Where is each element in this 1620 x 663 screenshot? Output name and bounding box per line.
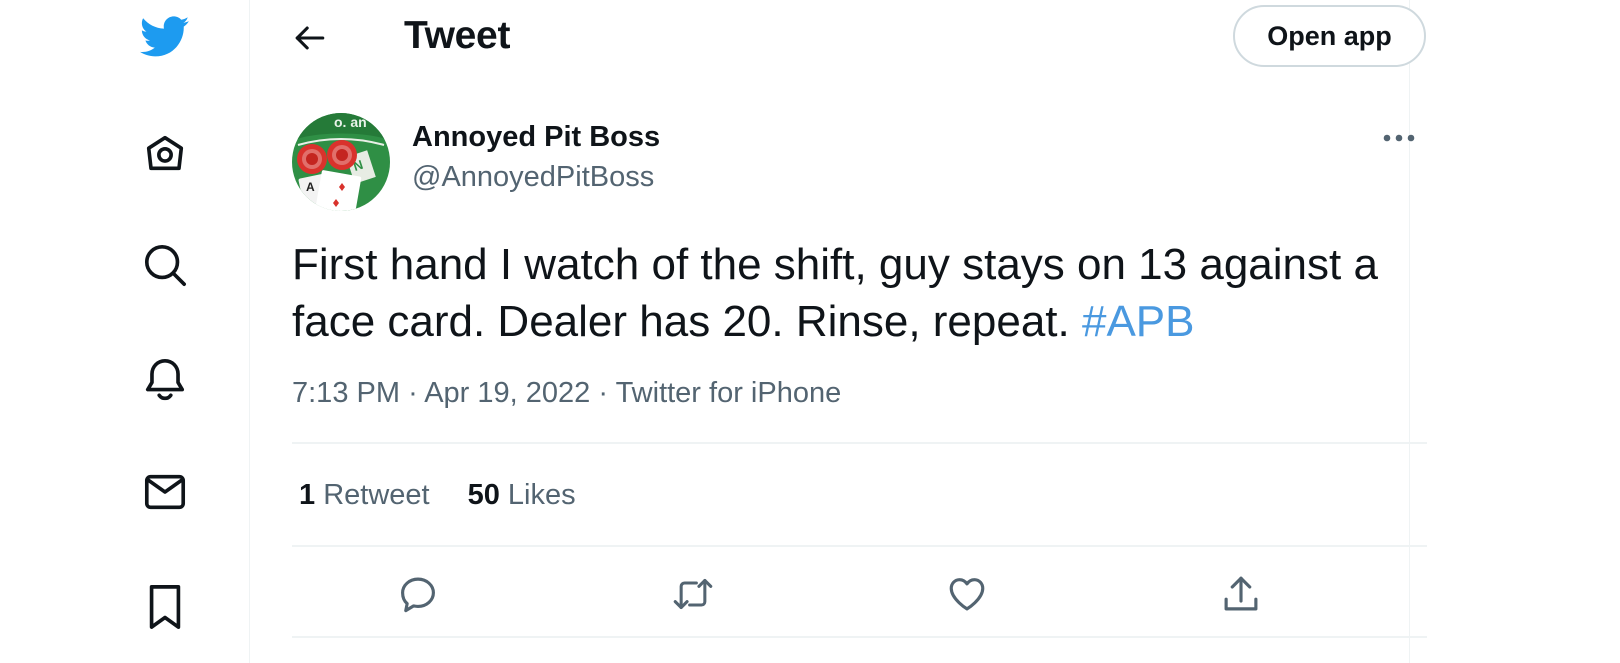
share-icon [1224,576,1258,611]
left-divider [249,0,250,663]
back-button[interactable] [287,15,333,61]
home-icon[interactable] [140,128,190,178]
like-icon [949,578,985,611]
bookmark-icon[interactable] [140,582,190,632]
like-button[interactable] [942,569,992,619]
hashtag-link[interactable]: #APB [1082,297,1195,346]
divider [292,545,1427,547]
likes-count: 50 [467,479,500,511]
retweets-stat[interactable]: 1 Retweet [299,479,430,512]
retweets-label: Retweet [323,479,430,511]
divider [292,636,1427,638]
tweet-date[interactable]: Apr 19, 2022 [424,377,590,409]
share-button[interactable] [1216,569,1266,619]
divider [292,442,1427,444]
tweet-text: First hand I watch of the shift, guy sta… [292,236,1432,350]
likes-label: Likes [507,479,576,511]
search-icon[interactable] [140,240,190,290]
page-title: Tweet [404,14,511,57]
arrow-left-icon [295,26,325,50]
sidebar [0,0,258,663]
reply-button[interactable] [393,569,443,619]
reply-icon [401,577,435,613]
bell-icon[interactable] [140,354,190,404]
more-horizontal-icon [1383,134,1415,142]
more-options-button[interactable] [1377,125,1421,151]
tweet-source[interactable]: Twitter for iPhone [616,377,842,409]
engagement-stats: 1 Retweet 50 Likes [299,479,614,512]
open-app-button[interactable]: Open app [1233,5,1426,67]
svg-text:o. an: o. an [334,114,367,130]
retweets-count: 1 [299,479,316,511]
svg-text:A: A [306,180,315,194]
meta-separator: · [598,377,609,409]
retweet-icon [673,578,713,610]
blackjack-table-avatar: o. an N A [292,113,390,211]
likes-stat[interactable]: 50 Likes [468,479,576,512]
mail-icon[interactable] [140,467,190,517]
twitter-logo-icon[interactable] [140,12,190,62]
meta-separator: · [408,377,418,409]
author-display-name[interactable]: Annoyed Pit Boss [412,121,660,154]
tweet-detail-column: Tweet Open app o. an N A Annoyed Pit Bos… [259,0,1460,663]
tweet-time[interactable]: 7:13 PM [292,377,400,409]
tweet-text-body: First hand I watch of the shift, guy sta… [292,240,1378,346]
author-handle[interactable]: @AnnoyedPitBoss [412,161,654,194]
retweet-button[interactable] [668,569,718,619]
avatar[interactable]: o. an N A [292,113,390,211]
tweet-metadata: 7:13 PM · Apr 19, 2022 · Twitter for iPh… [292,377,841,410]
